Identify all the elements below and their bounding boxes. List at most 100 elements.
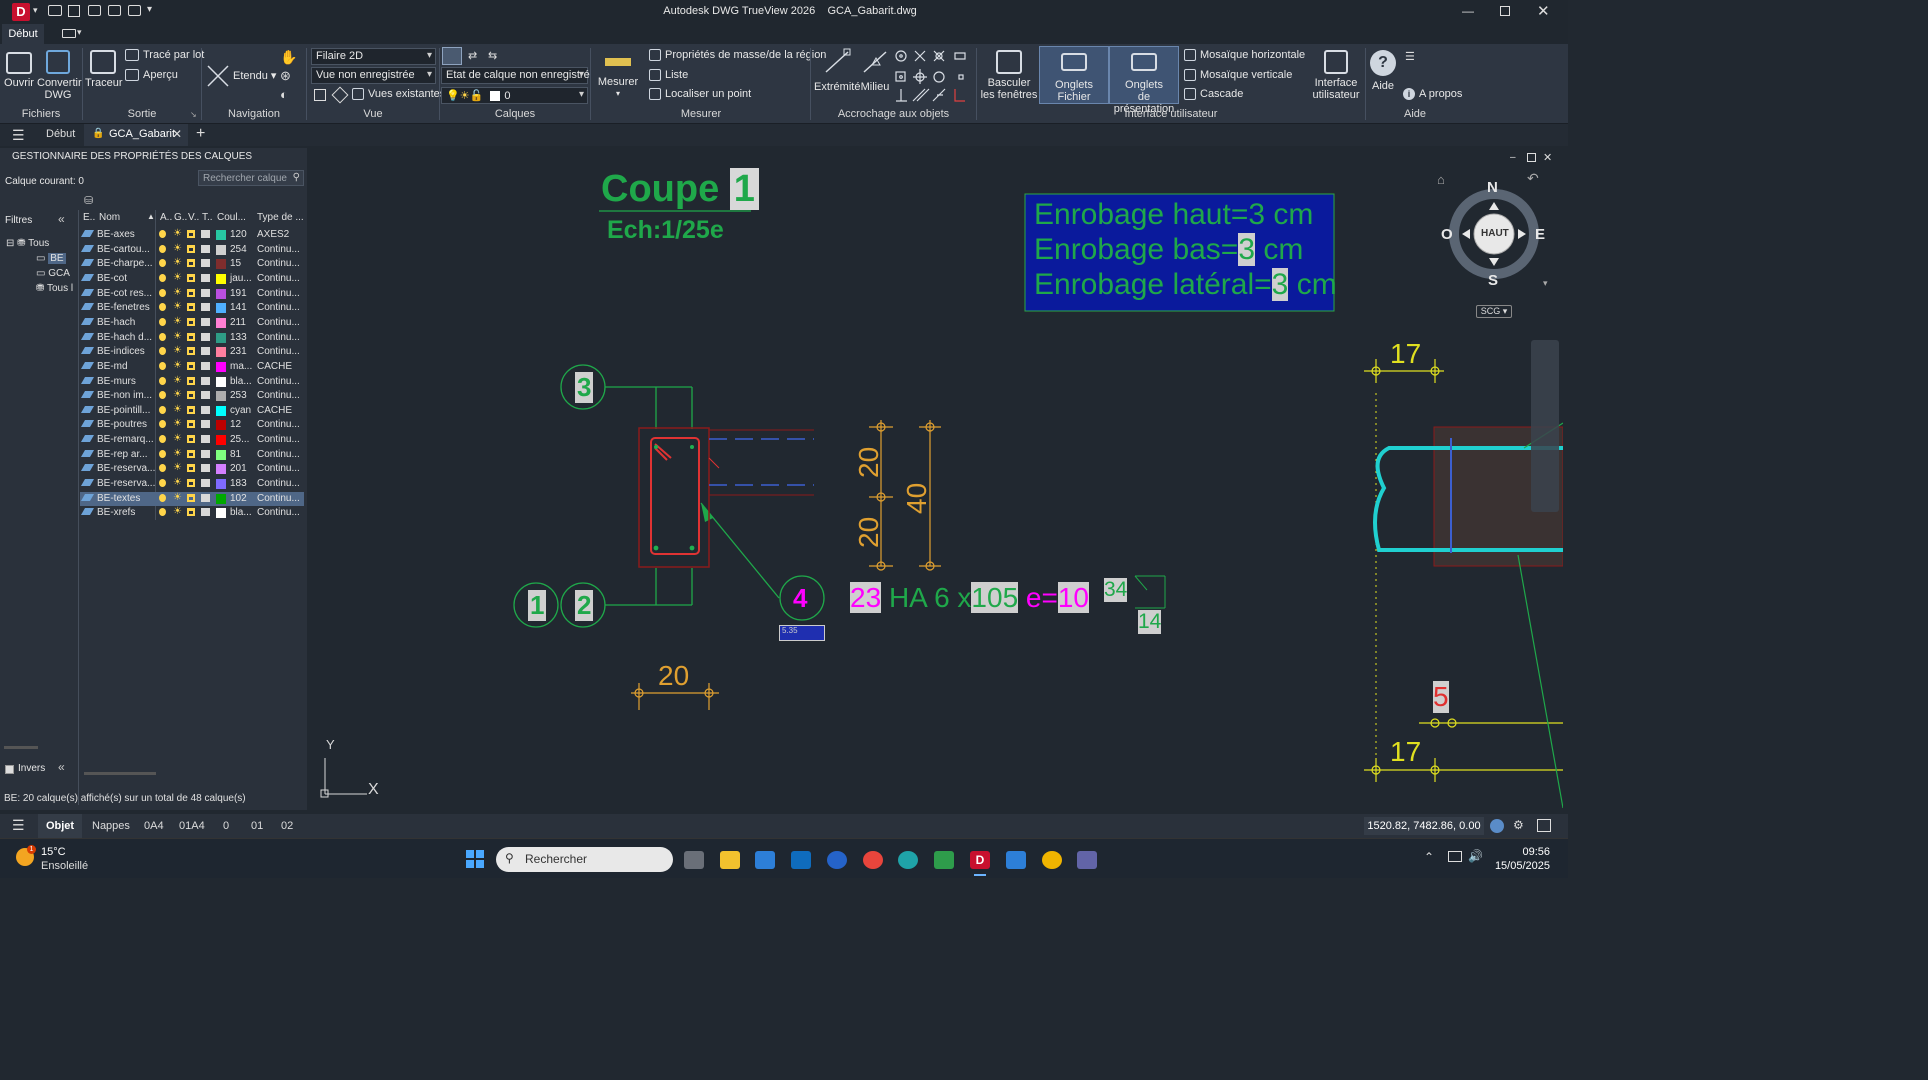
- print-icon[interactable]: [201, 273, 210, 282]
- layer-row[interactable]: BE-md ☀ ma... CACHE: [80, 360, 304, 375]
- cascade-button[interactable]: Cascade: [1184, 88, 1243, 101]
- hamburger-menu-icon[interactable]: ☰: [12, 127, 25, 144]
- lock-icon[interactable]: [187, 303, 195, 312]
- clock-date[interactable]: 15/05/2025: [1490, 860, 1550, 872]
- bulb-icon[interactable]: [159, 435, 166, 444]
- home-view-icon[interactable]: ⌂: [1437, 172, 1445, 187]
- col-name[interactable]: Nom: [99, 212, 120, 223]
- lock-icon[interactable]: [187, 405, 195, 414]
- lock-icon[interactable]: [187, 259, 195, 268]
- file-tabs-toggle[interactable]: Onglets Fichier: [1039, 46, 1109, 104]
- store-icon[interactable]: [755, 851, 775, 869]
- viewcube-top-face[interactable]: HAUT: [1481, 228, 1509, 239]
- publish-icon[interactable]: [128, 5, 141, 16]
- col-linetype[interactable]: Type de ...: [257, 212, 304, 223]
- view-cube-icon[interactable]: [314, 89, 326, 101]
- compass-east[interactable]: E: [1535, 226, 1545, 243]
- layer-row[interactable]: BE-murs ☀ bla... Continu...: [80, 375, 304, 390]
- layer-color-value[interactable]: 120: [230, 229, 247, 240]
- print-icon[interactable]: [201, 230, 210, 238]
- sun-icon[interactable]: ☀: [173, 228, 182, 239]
- mass-properties-button[interactable]: Propriétés de masse/de la région: [649, 49, 826, 62]
- layer-linetype[interactable]: Continu...: [257, 302, 300, 313]
- sun-icon[interactable]: ☀: [173, 287, 182, 298]
- bulb-icon[interactable]: [159, 347, 166, 356]
- drawing-canvas[interactable]: – ✕ ⌂ ↶ N S O E HAUT SCG ▾ ▾ Coupe 1 Ech…: [309, 148, 1563, 810]
- print-icon[interactable]: [201, 361, 210, 370]
- layer-linetype[interactable]: CACHE: [257, 405, 292, 416]
- layer-row[interactable]: BE-reserva... ☀ 183 Continu...: [80, 477, 304, 492]
- layer-row[interactable]: BE-cot ☀ jau... Continu...: [80, 272, 304, 287]
- teams-icon[interactable]: [1077, 851, 1097, 869]
- layer-row[interactable]: BE-textes ☀ 102 Continu...: [80, 491, 304, 507]
- print-icon[interactable]: [201, 303, 210, 312]
- pan-hand-icon[interactable]: ✋: [280, 49, 297, 66]
- color-swatch[interactable]: [216, 332, 226, 343]
- color-swatch[interactable]: [216, 244, 226, 255]
- layer-row[interactable]: BE-rep ar... ☀ 81 Continu...: [80, 448, 304, 463]
- color-swatch[interactable]: [216, 273, 226, 284]
- tree-scrollbar[interactable]: [4, 746, 38, 749]
- layer-linetype[interactable]: Continu...: [257, 376, 300, 387]
- layer-color-value[interactable]: 211: [230, 317, 246, 328]
- bulb-icon[interactable]: [159, 244, 166, 253]
- steering-wheel-icon[interactable]: ◐: [280, 87, 288, 102]
- sun-icon[interactable]: ☀: [173, 257, 182, 268]
- layout-tab-0[interactable]: 0: [223, 820, 229, 832]
- layer-color-value[interactable]: 254: [230, 244, 247, 255]
- plot-icon[interactable]: [108, 5, 121, 16]
- invert-filter-checkbox[interactable]: [5, 765, 14, 774]
- sun-icon[interactable]: ☀: [173, 462, 182, 473]
- layer-linetype[interactable]: Continu...: [257, 288, 300, 299]
- color-swatch[interactable]: [216, 493, 226, 504]
- sun-icon[interactable]: ☀: [173, 492, 182, 503]
- compass-south[interactable]: S: [1488, 272, 1498, 289]
- layer-color-value[interactable]: bla...: [230, 376, 252, 387]
- layout-tab-0a4[interactable]: 0A4: [144, 820, 164, 832]
- tree-all-used[interactable]: ⛃ Tous l: [36, 283, 73, 294]
- layer-row[interactable]: BE-remarq... ☀ 25... Continu...: [80, 433, 304, 448]
- color-swatch[interactable]: [216, 317, 226, 328]
- viewport-close-icon[interactable]: ✕: [1543, 151, 1552, 164]
- app-logo[interactable]: D: [12, 3, 30, 21]
- compass-north[interactable]: N: [1487, 179, 1498, 196]
- coordinates-readout[interactable]: 1520.82, 7482.86, 0.00: [1364, 817, 1484, 835]
- layer-row[interactable]: BE-cot res... ☀ 191 Continu...: [80, 287, 304, 302]
- weather-temp[interactable]: 15°C: [41, 846, 66, 858]
- color-swatch[interactable]: [216, 405, 226, 416]
- layout-tab-01[interactable]: 01: [251, 820, 263, 832]
- bulb-icon[interactable]: [159, 376, 166, 385]
- layer-row[interactable]: BE-xrefs ☀ bla... Continu...: [80, 506, 304, 521]
- bulb-icon[interactable]: [159, 259, 166, 268]
- sun-icon[interactable]: ☀: [173, 477, 182, 488]
- sun-icon[interactable]: ☀: [173, 433, 182, 444]
- isolate-icon[interactable]: [1490, 819, 1504, 833]
- sun-icon[interactable]: ☀: [173, 360, 182, 371]
- existing-views-button[interactable]: Vues existantes: [352, 88, 445, 101]
- sun-icon[interactable]: ☀: [173, 243, 182, 254]
- layer-properties-icon[interactable]: [442, 47, 462, 65]
- layer-color-value[interactable]: 231: [230, 346, 247, 357]
- print-icon[interactable]: [201, 376, 210, 385]
- named-view-select[interactable]: Vue non enregistrée: [311, 67, 436, 84]
- sun-icon[interactable]: ☀: [173, 389, 182, 400]
- layer-color-value[interactable]: 15: [230, 258, 241, 269]
- help-button[interactable]: ? Aide: [1367, 48, 1399, 92]
- sun-icon[interactable]: ☀: [173, 448, 182, 459]
- color-swatch[interactable]: [216, 449, 226, 460]
- layer-color-value[interactable]: 191: [230, 288, 247, 299]
- close-icon[interactable]: ✕: [1537, 2, 1550, 20]
- print-icon[interactable]: [201, 508, 210, 517]
- sun-icon[interactable]: ☀: [173, 331, 182, 342]
- rotate-view-icon[interactable]: ↶: [1527, 170, 1539, 187]
- new-tab-icon[interactable]: +: [196, 125, 205, 143]
- print-icon[interactable]: [201, 405, 210, 414]
- color-swatch[interactable]: [216, 479, 226, 490]
- volume-icon[interactable]: 🔊: [1468, 849, 1483, 863]
- dialog-launcher-icon[interactable]: ↘: [190, 110, 197, 119]
- layer-linetype[interactable]: Continu...: [257, 463, 300, 474]
- viewport-restore-icon[interactable]: [1527, 153, 1536, 162]
- layer-color-value[interactable]: cyan: [230, 405, 251, 416]
- lock-icon[interactable]: [187, 376, 195, 385]
- minimize-icon[interactable]: —: [1462, 4, 1474, 18]
